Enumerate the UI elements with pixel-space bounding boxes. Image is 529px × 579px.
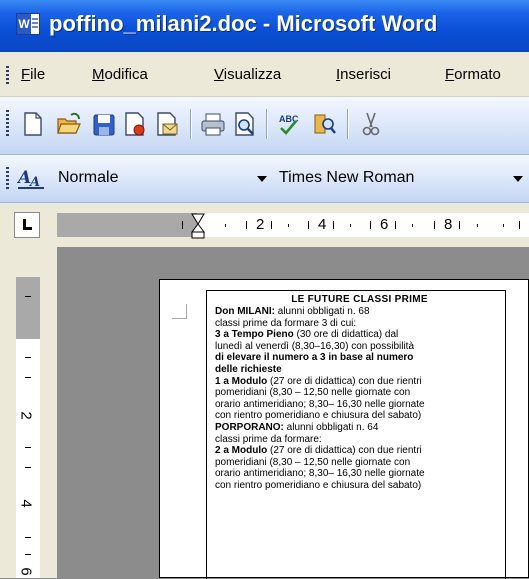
ruler-area: 2 4 6 8	[0, 203, 529, 247]
ruler-label: 6	[380, 216, 389, 233]
document-line: 3 a Tempo Pieno (30 ore di didattica) da…	[215, 329, 399, 341]
ruler-label: 2	[17, 411, 35, 420]
print-preview-icon[interactable]	[232, 110, 258, 138]
document-line: di elevare il numero a 3 in base al nume…	[215, 352, 414, 364]
vertical-ruler[interactable]: 2 4 6	[16, 277, 40, 578]
research-icon[interactable]	[312, 110, 338, 138]
indent-marker-icon[interactable]	[191, 213, 205, 239]
document-workspace[interactable]: 2 4 6 LE FUTURE CLASSI PRIME Don MILANI:…	[0, 247, 529, 579]
document-line: lunedì al venerdì (8,30–16,30) con possi…	[215, 340, 415, 352]
ruler-label: 8	[444, 216, 453, 233]
font-select-value: Times New Roman	[279, 169, 415, 186]
margin-corner-mark	[172, 304, 187, 319]
style-select-value: Normale	[58, 169, 119, 186]
ruler-label: 4	[17, 499, 35, 508]
word-document-icon[interactable]: W	[16, 13, 40, 35]
document-line: classi prime da formare 3 di cui:	[215, 317, 357, 329]
title-bar[interactable]: W poffino_milani2.doc - Microsoft Word	[0, 0, 529, 52]
open-icon[interactable]	[56, 110, 82, 138]
style-select[interactable]: Normale	[52, 165, 274, 191]
standard-toolbar: ABC	[0, 97, 529, 155]
document-line: 2 a Modulo (27 ore di didattica) con due…	[215, 445, 422, 457]
document-line: delle richieste	[215, 363, 282, 375]
style-dropdown-arrow-icon[interactable]	[254, 165, 270, 191]
toolbar-grip[interactable]	[6, 110, 9, 138]
document-line: PORPORANO: alunni obbligati n. 64	[215, 421, 379, 433]
spelling-icon[interactable]: ABC	[276, 110, 302, 138]
ruler-label: 4	[318, 216, 327, 233]
ruler-label: 2	[256, 216, 265, 233]
ruler-label: 6	[17, 567, 35, 576]
document-line: pomeridiani (8,30 – 12,50 nelle giornate…	[215, 387, 411, 399]
document-line: con rientro pomeridiano e chiusura del s…	[215, 410, 422, 422]
document-line: Don MILANI: alunni obbligati n. 68	[215, 306, 370, 317]
cut-icon[interactable]	[358, 110, 384, 138]
styles-pane-icon[interactable]: AA	[16, 165, 47, 191]
document-line: orario antimeridiano; 8,30– 16,30 nelle …	[215, 468, 425, 480]
save-icon[interactable]	[91, 110, 117, 138]
print-icon[interactable]	[200, 110, 226, 138]
document-line: orario antimeridiano; 8,30– 16,30 nelle …	[215, 398, 425, 410]
toolbar-grip[interactable]	[6, 167, 9, 191]
font-dropdown-arrow-icon[interactable]	[510, 165, 526, 191]
document-page[interactable]: LE FUTURE CLASSI PRIME Don MILANI: alunn…	[159, 279, 529, 579]
document-line: 1 a Modulo (27 ore di didattica) con due…	[215, 375, 422, 387]
menu-inserisci[interactable]: Inserisci	[336, 66, 391, 83]
formatting-toolbar: AA Normale Times New Roman	[0, 155, 529, 203]
menu-modifica[interactable]: Modifica	[92, 66, 148, 83]
permission-icon[interactable]	[122, 110, 148, 138]
email-icon[interactable]	[154, 110, 180, 138]
menu-visualizza[interactable]: Visualizza	[214, 66, 281, 83]
tab-selector[interactable]	[14, 212, 40, 238]
new-icon[interactable]	[20, 110, 46, 138]
menu-grip[interactable]	[6, 66, 9, 84]
font-select[interactable]: Times New Roman	[273, 165, 529, 191]
document-title: LE FUTURE CLASSI PRIME	[291, 294, 428, 305]
document-line: con rientro pomeridiano e chiusura del s…	[215, 479, 422, 491]
horizontal-ruler[interactable]: 2 4 6 8	[57, 213, 529, 239]
text-box[interactable]: LE FUTURE CLASSI PRIME Don MILANI: alunn…	[206, 290, 506, 579]
menu-file[interactable]: File	[21, 66, 45, 83]
window-title: poffino_milani2.doc - Microsoft Word	[49, 11, 438, 36]
menu-bar: File Modifica Visualizza Inserisci Forma…	[0, 52, 529, 97]
menu-formato[interactable]: Formato	[445, 66, 501, 83]
document-line: classi prime da formare:	[215, 433, 322, 445]
document-line: pomeridiani (8,30 – 12,50 nelle giornate…	[215, 456, 411, 468]
